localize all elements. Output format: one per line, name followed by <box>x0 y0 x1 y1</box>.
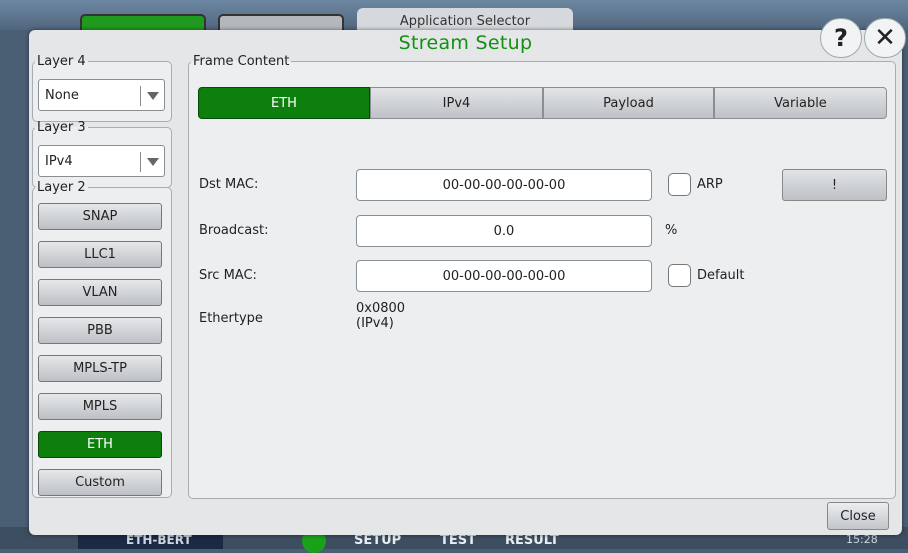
layer2-llc1-button[interactable]: LLC1 <box>38 241 162 268</box>
layer3-legend: Layer 3 <box>37 120 86 135</box>
layer2-eth-button[interactable]: ETH <box>38 431 162 458</box>
layer3-value: IPv4 <box>45 154 73 169</box>
arp-checkbox[interactable] <box>668 173 691 196</box>
select-separator <box>140 152 141 172</box>
tab-ipv4[interactable]: IPv4 <box>370 87 543 119</box>
close-icon[interactable]: ✕ <box>864 18 906 58</box>
layer2-mpls-button[interactable]: MPLS <box>38 393 162 420</box>
dst-mac-label: Dst MAC: <box>199 177 259 192</box>
select-separator <box>140 86 141 106</box>
layer3-group: Layer 3 IPv4 <box>32 120 172 188</box>
help-icon[interactable]: ? <box>820 18 862 58</box>
stream-setup-dialog: Stream Setup Layer 4 None Layer 3 IPv4 L… <box>29 30 902 535</box>
frame-content-tabs: ETH IPv4 Payload Variable <box>198 87 887 119</box>
layer4-group: Layer 4 None <box>32 54 172 122</box>
ethertype-value-description: (IPv4) <box>356 316 394 331</box>
frame-content-legend: Frame Content <box>193 54 290 69</box>
default-checkbox[interactable] <box>668 264 691 287</box>
broadcast-unit: % <box>665 223 678 238</box>
chevron-down-icon <box>147 92 159 100</box>
tab-variable[interactable]: Variable <box>714 87 887 119</box>
tab-eth[interactable]: ETH <box>198 87 370 119</box>
close-button[interactable]: Close <box>827 502 889 530</box>
layer3-select[interactable]: IPv4 <box>38 145 165 177</box>
ethertype-label: Ethertype <box>199 311 263 326</box>
src-mac-label: Src MAC: <box>199 268 257 283</box>
layer4-select[interactable]: None <box>38 79 165 111</box>
layer2-pbb-button[interactable]: PBB <box>38 317 162 344</box>
layer2-legend: Layer 2 <box>37 180 86 195</box>
dst-mac-input[interactable]: 00-00-00-00-00-00 <box>356 169 652 201</box>
layer2-custom-button[interactable]: Custom <box>38 469 162 496</box>
layer4-value: None <box>45 88 79 103</box>
layer2-mpls-tp-button[interactable]: MPLS-TP <box>38 355 162 382</box>
broadcast-input[interactable]: 0.0 <box>356 215 652 247</box>
layer4-legend: Layer 4 <box>37 54 86 69</box>
chevron-down-icon <box>147 158 159 166</box>
arp-label: ARP <box>697 177 723 192</box>
frame-content-group: Frame Content ETH IPv4 Payload Variable … <box>188 54 896 499</box>
default-label: Default <box>697 268 745 283</box>
dst-mac-action-button[interactable]: ! <box>782 169 887 201</box>
dialog-title: Stream Setup <box>398 32 533 54</box>
layer2-group: Layer 2 SNAP LLC1 VLAN PBB MPLS-TP MPLS … <box>32 180 172 498</box>
layer2-snap-button[interactable]: SNAP <box>38 203 162 230</box>
src-mac-input[interactable]: 00-00-00-00-00-00 <box>356 260 652 292</box>
ethertype-value: 0x0800 <box>356 301 406 316</box>
layer2-vlan-button[interactable]: VLAN <box>38 279 162 306</box>
broadcast-label: Broadcast: <box>199 223 269 238</box>
tab-payload[interactable]: Payload <box>543 87 714 119</box>
